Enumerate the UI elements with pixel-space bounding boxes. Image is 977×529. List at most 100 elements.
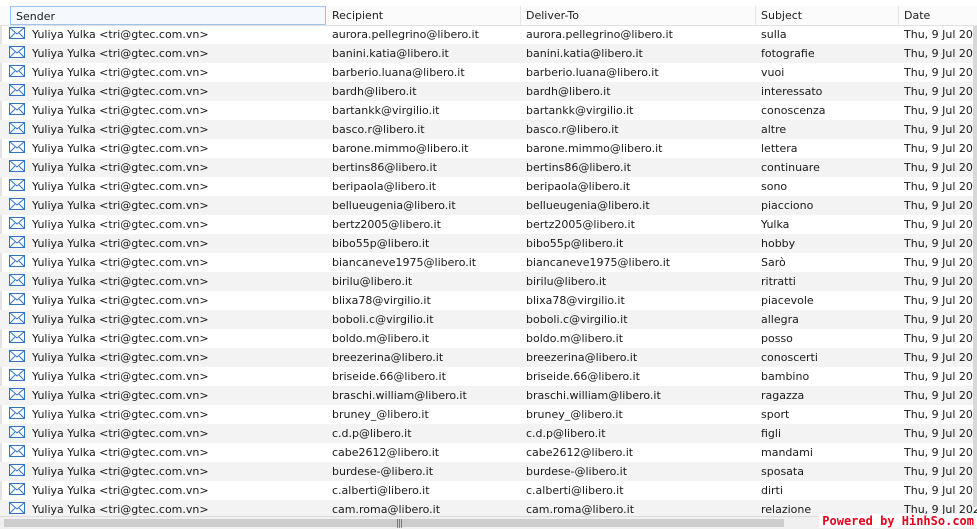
envelope-icon [9,444,25,457]
cell-subject: sport [761,408,790,421]
cell-deliver-to: basco.r@libero.it [526,123,619,136]
table-row[interactable]: Yuliya Yulka <tri@gtec.com.vn> c.alberti@… [0,481,977,500]
cell-subject: sono [761,180,788,193]
table-row[interactable]: Yuliya Yulka <tri@gtec.com.vn> barone.mim… [0,139,977,158]
message-list: Yuliya Yulka <tri@gtec.com.vn> aurora.pel… [0,25,977,516]
table-row[interactable]: Yuliya Yulka <tri@gtec.com.vn> bartankk@v… [0,101,977,120]
table-row[interactable]: Yuliya Yulka <tri@gtec.com.vn> boboli.c@v… [0,310,977,329]
table-row[interactable]: Yuliya Yulka <tri@gtec.com.vn> burdese-@l… [0,462,977,481]
cell-deliver-to: biancaneve1975@libero.it [526,256,671,269]
cell-sender: Yuliya Yulka <tri@gtec.com.vn> [32,66,209,79]
envelope-icon [9,178,25,191]
table-row[interactable]: Yuliya Yulka <tri@gtec.com.vn> bertz2005@… [0,215,977,234]
table-row[interactable]: Yuliya Yulka <tri@gtec.com.vn> briseide.6… [0,367,977,386]
cell-date: Thu, 9 Jul 2020 [904,294,977,307]
cell-subject: allegra [761,313,799,326]
table-row[interactable]: Yuliya Yulka <tri@gtec.com.vn> bruney_@li… [0,405,977,424]
cell-date: Thu, 9 Jul 2020 [904,180,977,193]
table-row[interactable]: Yuliya Yulka <tri@gtec.com.vn> banini.kat… [0,44,977,63]
cell-subject: ragazza [761,389,805,402]
cell-date: Thu, 9 Jul 2020 [904,332,977,345]
envelope-icon [9,292,25,305]
table-row[interactable]: Yuliya Yulka <tri@gtec.com.vn> basco.r@li… [0,120,977,139]
table-row[interactable]: Yuliya Yulka <tri@gtec.com.vn> bibo55p@li… [0,234,977,253]
cell-subject: posso [761,332,793,345]
cell-subject: bambino [761,370,810,383]
cell-recipient: banini.katia@libero.it [332,47,449,60]
cell-recipient: beripaola@libero.it [332,180,437,193]
cell-date: Thu, 9 Jul 2020 [904,85,977,98]
table-row[interactable]: Yuliya Yulka <tri@gtec.com.vn> beripaola@… [0,177,977,196]
cell-recipient: bibo55p@libero.it [332,237,430,250]
cell-recipient: cam.roma@libero.it [332,503,441,516]
cell-recipient: breezerina@libero.it [332,351,444,364]
envelope-icon [9,406,25,419]
cell-date: Thu, 9 Jul 2020 [904,161,977,174]
cell-sender: Yuliya Yulka <tri@gtec.com.vn> [32,427,209,440]
column-header-deliver-to[interactable]: Deliver-To [521,6,756,25]
table-row[interactable]: Yuliya Yulka <tri@gtec.com.vn> breezerina… [0,348,977,367]
column-header-sender[interactable]: Sender [10,6,326,25]
cell-subject: dirti [761,484,783,497]
cell-sender: Yuliya Yulka <tri@gtec.com.vn> [32,256,209,269]
cell-date: Thu, 9 Jul 2020 [904,351,977,364]
table-row[interactable]: Yuliya Yulka <tri@gtec.com.vn> braschi.wi… [0,386,977,405]
cell-deliver-to: briseide.66@libero.it [526,370,640,383]
envelope-icon [9,254,25,267]
cell-deliver-to: bellueugenia@libero.it [526,199,650,212]
cell-sender: Yuliya Yulka <tri@gtec.com.vn> [32,503,209,516]
table-row[interactable]: Yuliya Yulka <tri@gtec.com.vn> bardh@libe… [0,82,977,101]
table-row[interactable]: Yuliya Yulka <tri@gtec.com.vn> boldo.m@li… [0,329,977,348]
cell-deliver-to: bardh@libero.it [526,85,611,98]
cell-subject: conoscerti [761,351,818,364]
column-header-date[interactable]: Date [899,6,977,25]
table-row[interactable]: Yuliya Yulka <tri@gtec.com.vn> cabe2612@l… [0,443,977,462]
column-header-subject[interactable]: Subject [756,6,899,25]
table-row[interactable]: Yuliya Yulka <tri@gtec.com.vn> biancaneve… [0,253,977,272]
cell-subject: interessato [761,85,823,98]
table-row[interactable]: Yuliya Yulka <tri@gtec.com.vn> barberio.l… [0,63,977,82]
table-row[interactable]: Yuliya Yulka <tri@gtec.com.vn> birilu@lib… [0,272,977,291]
cell-deliver-to: bertins86@libero.it [526,161,631,174]
envelope-icon [9,501,25,514]
envelope-icon [9,273,25,286]
cell-subject: continuare [761,161,820,174]
column-header-recipient[interactable]: Recipient [327,6,521,25]
vertical-scrollbar[interactable] [973,26,977,506]
cell-subject: hobby [761,237,796,250]
cell-subject: Sarò [761,256,786,269]
table-row[interactable]: Yuliya Yulka <tri@gtec.com.vn> blixa78@vi… [0,291,977,310]
cell-deliver-to: banini.katia@libero.it [526,47,643,60]
table-row[interactable]: Yuliya Yulka <tri@gtec.com.vn> aurora.pel… [0,25,977,44]
envelope-icon [9,83,25,96]
cell-date: Thu, 9 Jul 2020 [904,66,977,79]
column-header: Sender Recipient Deliver-To Subject Date [0,6,977,26]
cell-deliver-to: boboli.c@virgilio.it [526,313,628,326]
cell-date: Thu, 9 Jul 2020 [904,275,977,288]
cell-date: Thu, 9 Jul 2020 [904,256,977,269]
cell-date: Thu, 9 Jul 2020 [904,199,977,212]
cell-deliver-to: bruney_@libero.it [526,408,623,421]
cell-recipient: briseide.66@libero.it [332,370,446,383]
cell-subject: mandami [761,446,813,459]
cell-sender: Yuliya Yulka <tri@gtec.com.vn> [32,142,209,155]
cell-recipient: bertins86@libero.it [332,161,437,174]
table-row[interactable]: Yuliya Yulka <tri@gtec.com.vn> bertins86@… [0,158,977,177]
cell-subject: lettera [761,142,798,155]
table-row[interactable]: Yuliya Yulka <tri@gtec.com.vn> bellueugen… [0,196,977,215]
cell-deliver-to: c.alberti@libero.it [526,484,624,497]
cell-sender: Yuliya Yulka <tri@gtec.com.vn> [32,351,209,364]
cell-recipient: barone.mimmo@libero.it [332,142,469,155]
cell-sender: Yuliya Yulka <tri@gtec.com.vn> [32,85,209,98]
table-row[interactable]: Yuliya Yulka <tri@gtec.com.vn> c.d.p@libe… [0,424,977,443]
cell-date: Thu, 9 Jul 2020 [904,427,977,440]
envelope-icon [9,159,25,172]
cell-sender: Yuliya Yulka <tri@gtec.com.vn> [32,180,209,193]
horizontal-scroll-thumb[interactable]: ||| [4,519,784,529]
cell-subject: sulla [761,28,787,41]
cell-date: Thu, 9 Jul 2020 [904,446,977,459]
cell-recipient: burdese-@libero.it [332,465,434,478]
cell-deliver-to: burdese-@libero.it [526,465,628,478]
cell-recipient: bruney_@libero.it [332,408,429,421]
cell-deliver-to: cam.roma@libero.it [526,503,635,516]
